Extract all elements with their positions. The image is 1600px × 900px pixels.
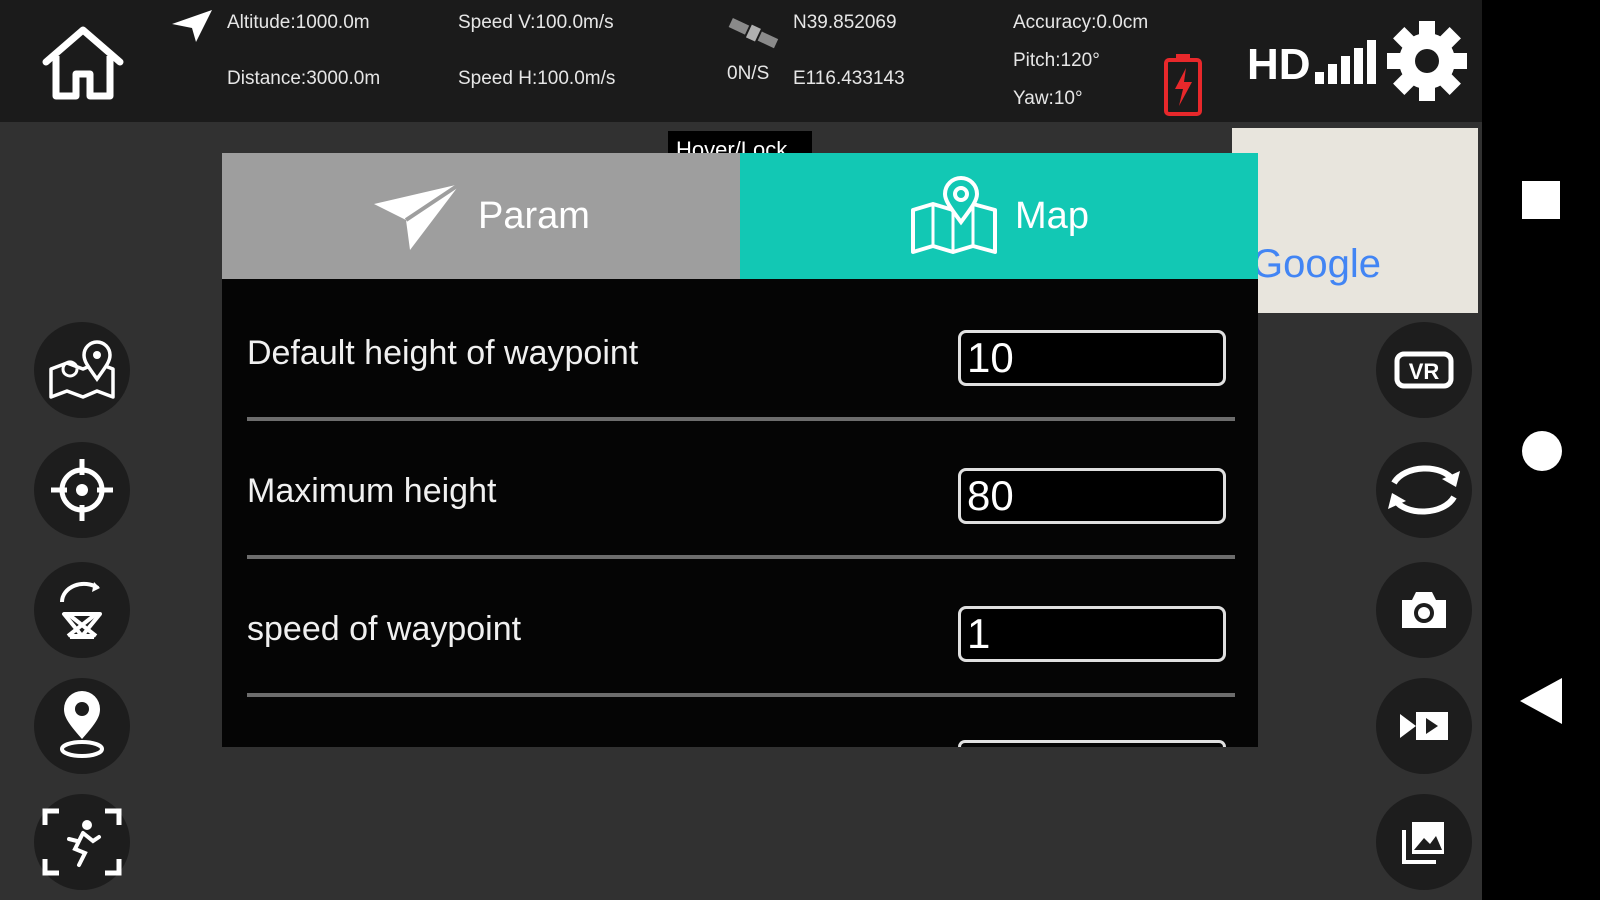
satellite-icon (728, 17, 779, 49)
rotate-view-button[interactable] (1376, 442, 1472, 538)
system-nav-bar (1482, 0, 1600, 900)
location-icon (60, 691, 104, 758)
take-photo-button[interactable] (1376, 562, 1472, 658)
map-icon (911, 176, 998, 254)
pitch-readout: Pitch:120° (1013, 50, 1100, 71)
gallery-button[interactable] (1376, 794, 1472, 890)
distance-readout: Distance:3000.0m (227, 68, 381, 89)
locate-drone-button[interactable] (34, 442, 130, 538)
takeoff-land-button[interactable] (34, 562, 130, 658)
vertical-speed-readout: Speed V:100.0m/s (458, 12, 614, 33)
max-height-input[interactable] (958, 468, 1226, 524)
signal-icon (1315, 40, 1376, 84)
tab-param-label: Param (478, 194, 590, 237)
tab-map-label: Map (1015, 194, 1089, 237)
follow-me-icon (42, 808, 122, 876)
altitude-readout: Altitude:1000.0m (227, 12, 370, 33)
map-pin-icon (49, 340, 115, 399)
tab-map[interactable]: Map (740, 153, 1258, 279)
video-icon (1400, 712, 1448, 740)
camera-icon (1402, 592, 1446, 628)
circle-icon[interactable] (1522, 431, 1562, 471)
stop-icon[interactable] (1522, 181, 1560, 219)
plane-icon (172, 10, 212, 42)
home-icon (42, 26, 124, 100)
accuracy-readout: Accuracy:0.0cm (1013, 12, 1149, 33)
drop-pin-button[interactable] (34, 678, 130, 774)
row-divider (247, 693, 1235, 697)
latitude-readout: N39.852069 (793, 12, 897, 33)
gear-icon (1387, 21, 1467, 101)
battery-icon (1164, 54, 1202, 116)
longitude-readout: E116.433143 (793, 68, 905, 89)
rotate-icon (1388, 465, 1460, 515)
vr-icon: VR (1394, 351, 1454, 389)
waypoint-speed-input[interactable] (958, 606, 1226, 662)
map-thumbnail[interactable]: Google (1232, 128, 1478, 313)
row-divider (247, 417, 1235, 421)
yaw-readout: Yaw:10° (1013, 88, 1083, 109)
google-logo: Google (1252, 242, 1381, 286)
takeoff-icon (59, 581, 102, 639)
waypoint-map-button[interactable] (34, 322, 130, 418)
row-label-waypoint-speed: speed of waypoint (247, 610, 522, 648)
row-label-max-height: Maximum height (247, 472, 497, 510)
row-divider (247, 555, 1235, 559)
follow-me-button[interactable] (34, 794, 130, 890)
row-label-default-height: Default height of waypoint (247, 334, 639, 372)
back-icon[interactable] (1518, 676, 1564, 726)
crosshair-icon (51, 459, 113, 521)
vr-label: VR (1409, 359, 1440, 384)
home-button[interactable] (40, 24, 126, 100)
gps-status: 0N/S (727, 63, 770, 84)
default-height-input[interactable] (958, 330, 1226, 386)
tab-param[interactable]: Param (222, 153, 740, 279)
waypoint-settings-panel: Param Map Default height of waypoint (5~… (222, 153, 1258, 747)
record-video-button[interactable] (1376, 678, 1472, 774)
settings-button[interactable] (1386, 20, 1468, 102)
telemetry-bar: Altitude:1000.0m Distance:3000.0m Speed … (0, 0, 1482, 122)
next-row-input-edge[interactable] (958, 740, 1226, 747)
vr-mode-button[interactable]: VR (1376, 322, 1472, 418)
hd-label: HD (1247, 40, 1311, 89)
horizontal-speed-readout: Speed H:100.0m/s (458, 68, 616, 89)
gallery-icon (1402, 822, 1444, 864)
paper-plane-icon (374, 182, 462, 250)
